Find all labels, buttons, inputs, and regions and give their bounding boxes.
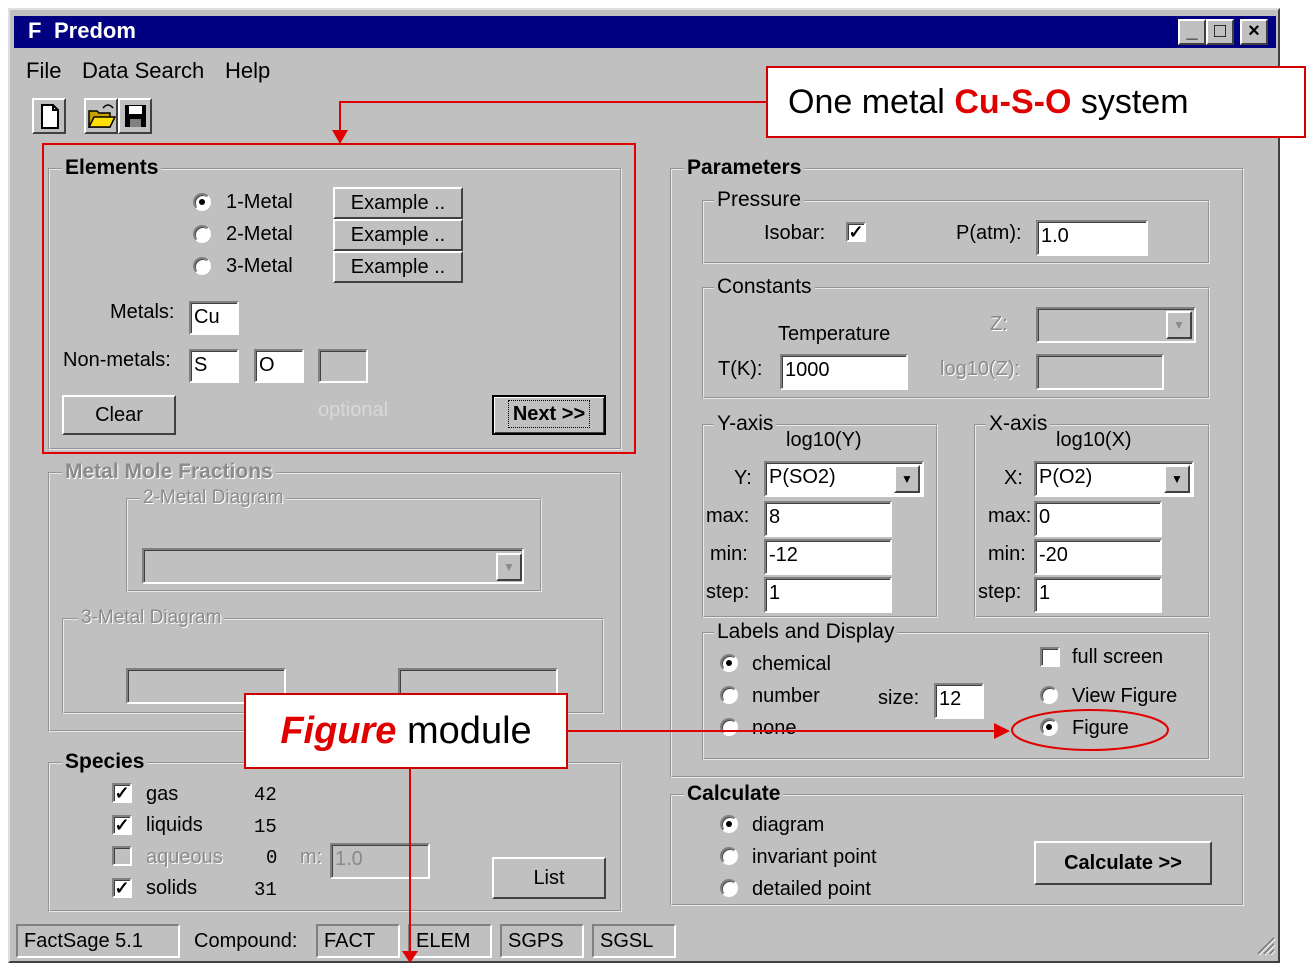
callout-system-pre: One metal: [788, 83, 955, 121]
callout-figure-post: module: [407, 710, 532, 752]
callout-system: One metal Cu-S-O system: [766, 66, 1306, 138]
callout-figure-emph: Figure: [280, 710, 397, 752]
callout-figure: Figure module: [244, 693, 568, 769]
callout-system-emph: Cu-S-O: [954, 83, 1072, 121]
annotation-arrows: [332, 101, 1169, 963]
callout-system-post: system: [1071, 83, 1189, 121]
